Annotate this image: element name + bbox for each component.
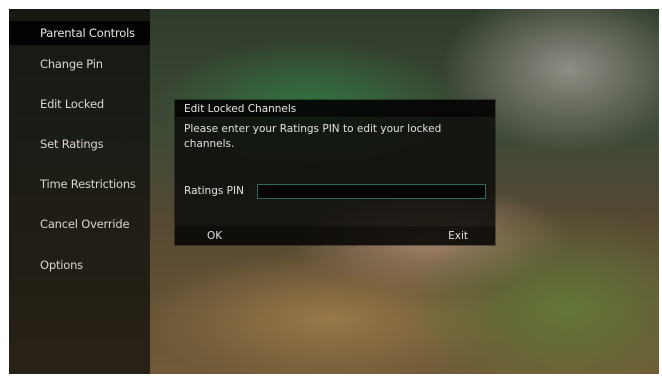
menu-item-edit-locked[interactable]: Edit Locked (40, 97, 104, 111)
menu-item-options[interactable]: Options (40, 258, 83, 272)
ok-button[interactable]: OK (207, 230, 222, 242)
ratings-pin-input[interactable] (257, 184, 486, 199)
dialog-message: Please enter your Ratings PIN to edit yo… (184, 123, 442, 150)
exit-button[interactable]: Exit (448, 230, 468, 242)
menu-item-set-ratings[interactable]: Set Ratings (40, 137, 104, 151)
menu-item-time-restrictions[interactable]: Time Restrictions (40, 177, 136, 191)
menu-item-change-pin[interactable]: Change Pin (40, 57, 103, 71)
ratings-pin-label: Ratings PIN (184, 185, 244, 197)
tv-screen: Parental Controls Change Pin Edit Locked… (9, 9, 659, 374)
menu-item-cancel-override[interactable]: Cancel Override (40, 217, 130, 231)
edit-locked-channels-dialog: Edit Locked Channels Please enter your R… (175, 100, 495, 245)
parental-controls-menu: Parental Controls Change Pin Edit Locked… (9, 9, 150, 374)
menu-title: Parental Controls (40, 26, 135, 40)
dialog-title-bar: Edit Locked Channels (175, 100, 495, 117)
dialog-button-bar: OK Exit (175, 226, 495, 245)
dialog-title: Edit Locked Channels (184, 103, 297, 115)
